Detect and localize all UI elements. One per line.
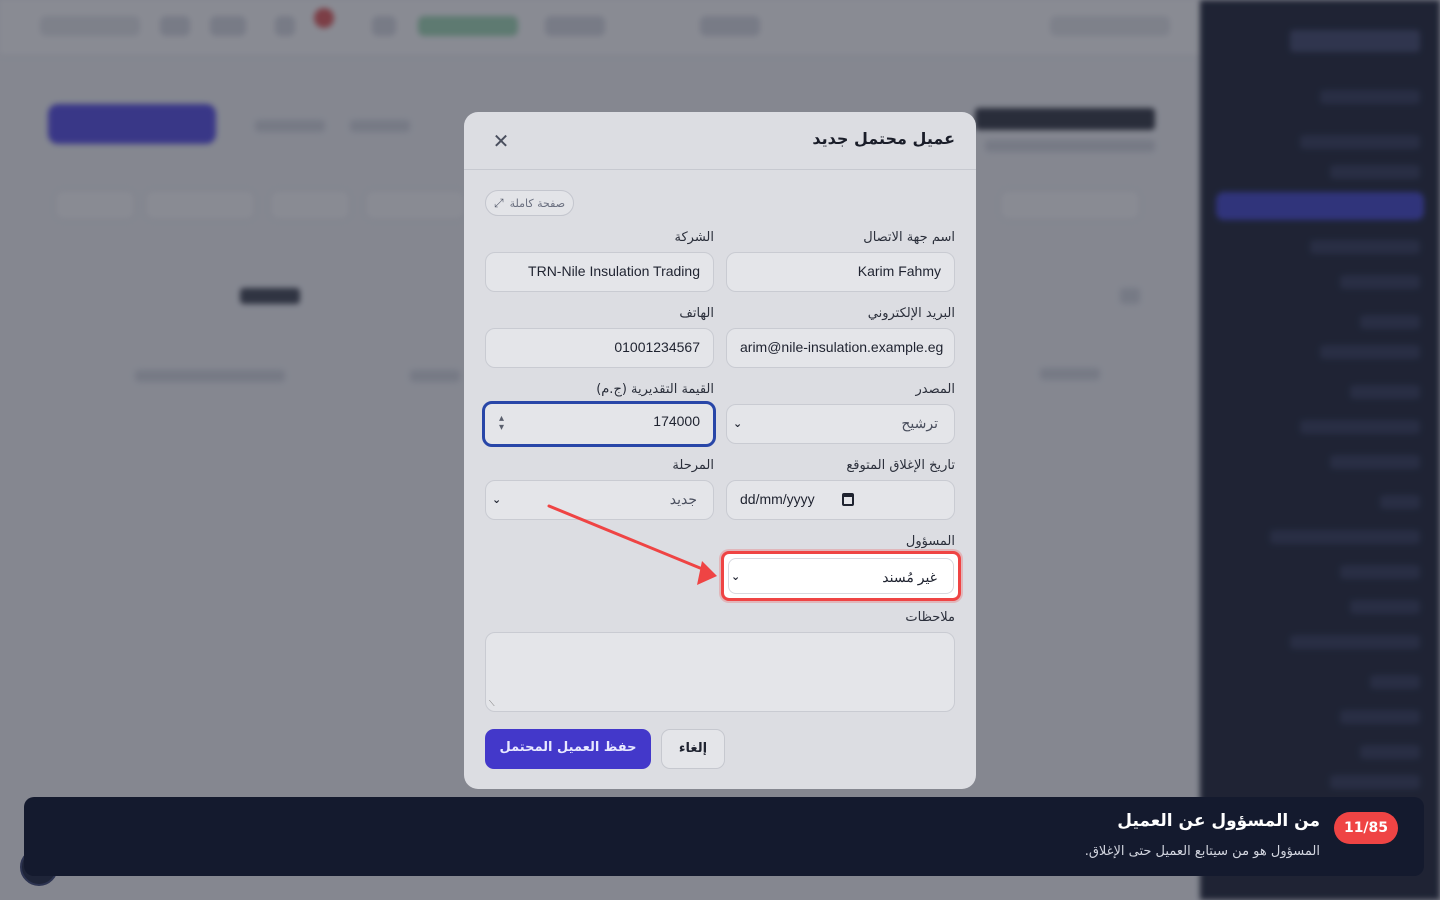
chevron-down-icon: ⌄ [731, 570, 741, 583]
close-icon[interactable]: ✕ [490, 130, 512, 152]
company-value: TRN-Nile Insulation Trading [528, 263, 700, 279]
stage-label: المرحلة [672, 458, 714, 473]
contact-name-input[interactable]: Karim Fahmy [726, 252, 955, 292]
modal-header: عميل محتمل جديد ✕ [464, 112, 976, 170]
contact-name-label: اسم جهة الاتصال [863, 230, 955, 245]
estimated-value-label: القيمة التقديرية (ج.م) [596, 382, 714, 397]
email-input[interactable]: arim@nile-insulation.example.eg [726, 328, 955, 368]
chevron-down-icon: ⌄ [733, 417, 743, 430]
owner-label: المسؤول [905, 534, 955, 549]
fullpage-label: صفحة كاملة [509, 196, 566, 210]
source-label: المصدر [915, 382, 955, 397]
save-lead-button[interactable]: حفظ العميل المحتمل [485, 729, 651, 769]
stage-select[interactable]: جديد ⌄ [485, 480, 714, 520]
source-select[interactable]: ترشيح ⌄ [726, 404, 955, 444]
tour-title: من المسؤول عن العميل [1117, 811, 1320, 831]
owner-select-highlight: غير مُسند ⌄ [721, 551, 961, 601]
owner-value: غير مُسند [882, 569, 937, 585]
chevron-down-icon: ⌄ [492, 493, 502, 506]
new-lead-modal: عميل محتمل جديد ✕ صفحة كاملة ⤢ اسم جهة ا… [464, 112, 976, 789]
estimated-value-input[interactable]: 174000 ▴ ▾ [482, 401, 716, 447]
expected-close-date-input[interactable]: dd/mm/yyyy [726, 480, 955, 520]
modal-title: عميل محتمل جديد [812, 129, 955, 148]
phone-input[interactable]: 01001234567 [485, 328, 714, 368]
resize-handle-icon[interactable]: ⟋ [489, 699, 495, 709]
notes-textarea[interactable]: ⟋ [485, 632, 955, 712]
contact-name-value: Karim Fahmy [857, 263, 941, 279]
company-label: الشركة [674, 230, 714, 245]
estimated-value-value: 174000 [653, 413, 700, 429]
expected-close-label: تاريخ الإغلاق المتوقع [846, 458, 955, 473]
email-value: arim@nile-insulation.example.eg [740, 339, 944, 355]
calendar-icon[interactable] [842, 493, 854, 506]
tour-description: المسؤول هو من سيتابع العميل حتى الإغلاق. [1084, 844, 1320, 859]
company-input[interactable]: TRN-Nile Insulation Trading [485, 252, 714, 292]
stage-value: جديد [669, 491, 697, 507]
phone-label: الهاتف [679, 306, 714, 321]
notes-label: ملاحظات [905, 610, 955, 625]
phone-value: 01001234567 [614, 339, 700, 355]
expand-icon: ⤢ [494, 195, 504, 210]
tour-banner: 11/85 من المسؤول عن العميل المسؤول هو من… [24, 797, 1424, 876]
email-label: البريد الإلكتروني [867, 306, 955, 321]
tour-step-badge: 11/85 [1334, 812, 1398, 844]
source-value: ترشيح [901, 415, 938, 431]
fullpage-button[interactable]: صفحة كاملة ⤢ [485, 190, 575, 216]
number-stepper-icon[interactable]: ▴ ▾ [499, 414, 504, 433]
cancel-button[interactable]: إلغاء [661, 729, 725, 769]
owner-select[interactable]: غير مُسند ⌄ [728, 558, 954, 594]
expected-close-placeholder: dd/mm/yyyy [740, 491, 815, 507]
